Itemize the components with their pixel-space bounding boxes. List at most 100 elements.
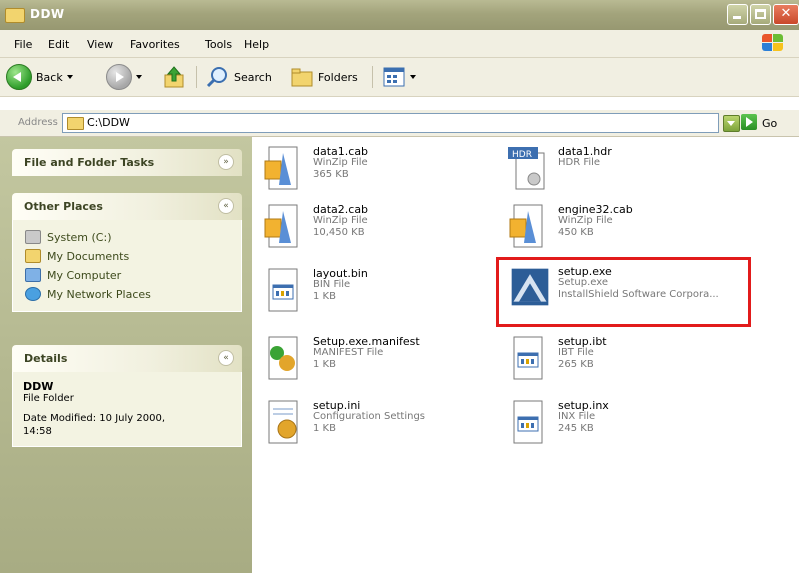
folder-icon xyxy=(67,117,84,130)
place-my-computer[interactable]: My Computer xyxy=(25,267,229,283)
folder-icon xyxy=(5,8,25,23)
menu-edit[interactable]: Edit xyxy=(48,38,69,51)
window-title: DDW xyxy=(30,7,65,21)
views-button[interactable] xyxy=(382,64,416,90)
file-size: 1 KB xyxy=(313,423,336,434)
menu-favorites[interactable]: Favorites xyxy=(130,38,180,51)
menu-file[interactable]: File xyxy=(14,38,32,51)
file-folder-tasks-header[interactable]: File and Folder Tasks » xyxy=(12,149,242,176)
file-item[interactable]: setup.ibt IBT File 265 KB xyxy=(508,335,748,395)
address-path: C:\DDW xyxy=(87,116,130,129)
chevron-expand-icon[interactable]: » xyxy=(218,154,234,170)
folders-label: Folders xyxy=(318,70,358,84)
details-panel: Details « DDW File Folder Date Modified:… xyxy=(12,345,242,447)
panel-title: Other Places xyxy=(24,200,103,213)
chevron-collapse-icon[interactable]: « xyxy=(218,350,234,366)
maximize-icon xyxy=(755,9,766,19)
place-label: System (C:) xyxy=(47,230,112,244)
chevron-collapse-icon[interactable]: « xyxy=(218,198,234,214)
windows-flag-icon xyxy=(762,34,786,52)
address-label: Address xyxy=(18,117,58,128)
file-item[interactable]: setup.inx INX File 245 KB xyxy=(508,399,748,459)
search-label: Search xyxy=(234,70,272,84)
details-modified: Date Modified: 10 July 2000, 14:58 xyxy=(23,413,165,437)
file-type: WinZip File xyxy=(313,215,368,226)
search-button[interactable]: Search xyxy=(206,64,272,90)
maximize-button[interactable] xyxy=(750,4,771,25)
selection-highlight-box xyxy=(496,257,751,327)
back-arrow-icon xyxy=(6,64,32,90)
drive-icon xyxy=(25,230,41,244)
file-item[interactable]: Setup.exe.manifest MANIFEST File 1 KB xyxy=(263,335,503,395)
task-pane: File and Folder Tasks » Other Places « S… xyxy=(0,137,252,573)
file-item[interactable]: engine32.cab WinZip File 450 KB xyxy=(508,203,748,263)
manifest-icon xyxy=(268,336,298,380)
file-size: 1 KB xyxy=(313,359,336,370)
minimize-button[interactable] xyxy=(727,4,748,25)
file-type: WinZip File xyxy=(313,157,368,168)
my-documents-icon xyxy=(25,249,41,263)
file-size: 10,450 KB xyxy=(313,227,365,238)
place-label: My Computer xyxy=(47,268,122,282)
winzip-icon xyxy=(264,146,298,190)
back-label: Back xyxy=(36,70,63,84)
address-input[interactable]: C:\DDW xyxy=(62,113,719,133)
file-folder-tasks-panel: File and Folder Tasks » xyxy=(12,149,242,176)
explorer-window: DDW ✕ File Edit View Favorites Tools Hel… xyxy=(0,0,799,573)
inx-icon xyxy=(513,400,543,444)
svg-text:HDR: HDR xyxy=(512,150,532,160)
chevron-down-icon xyxy=(66,75,73,79)
file-item[interactable]: HDR data1.hdr HDR File xyxy=(508,145,748,205)
address-dropdown-button[interactable] xyxy=(723,115,740,132)
menu-help[interactable]: Help xyxy=(244,38,269,51)
winzip-icon xyxy=(264,204,298,248)
file-type: HDR File xyxy=(558,157,601,168)
toolbar-separator xyxy=(372,66,373,88)
details-header[interactable]: Details « xyxy=(12,345,242,372)
file-type: Configuration Settings xyxy=(313,411,426,422)
other-places-list: System (C:) My Documents My Computer My … xyxy=(12,220,242,312)
file-size: 245 KB xyxy=(558,423,594,434)
menu-tools[interactable]: Tools xyxy=(205,38,232,51)
title-bar[interactable]: DDW ✕ xyxy=(0,0,799,30)
folders-button[interactable]: Folders xyxy=(290,64,358,90)
file-item[interactable]: data1.cab WinZip File 365 KB xyxy=(263,145,503,205)
file-item[interactable]: setup.ini Configuration Settings 1 KB xyxy=(263,399,503,459)
menu-view[interactable]: View xyxy=(87,38,113,51)
details-name: DDW xyxy=(23,380,54,393)
place-my-network-places[interactable]: My Network Places xyxy=(25,286,229,302)
place-label: My Network Places xyxy=(47,287,151,301)
close-button[interactable]: ✕ xyxy=(773,4,799,25)
file-size: 365 KB xyxy=(313,169,349,180)
menu-bar: File Edit View Favorites Tools Help xyxy=(0,30,799,58)
ibt-icon xyxy=(513,336,543,380)
go-label[interactable]: Go xyxy=(762,117,777,130)
place-system-c[interactable]: System (C:) xyxy=(25,229,229,245)
file-item[interactable]: layout.bin BIN File 1 KB xyxy=(263,267,503,327)
go-button[interactable] xyxy=(741,114,757,130)
file-type: BIN File xyxy=(313,279,351,290)
other-places-header[interactable]: Other Places « xyxy=(12,193,242,220)
minimize-icon xyxy=(733,16,741,19)
back-button[interactable]: Back xyxy=(6,64,73,90)
up-folder-icon xyxy=(164,66,184,88)
address-bar: Address C:\DDW Go xyxy=(0,110,799,137)
toolbar: Back Search Folders xyxy=(0,58,799,97)
views-icon xyxy=(383,67,405,87)
chevron-down-icon xyxy=(136,75,142,79)
chevron-down-icon xyxy=(410,75,416,79)
up-folder-button[interactable] xyxy=(162,64,186,90)
folders-icon xyxy=(291,68,313,87)
file-type: INX File xyxy=(558,411,596,422)
forward-button[interactable] xyxy=(106,64,142,90)
close-icon: ✕ xyxy=(780,6,792,21)
other-places-panel: Other Places « System (C:) My Documents … xyxy=(12,193,242,312)
file-item[interactable]: data2.cab WinZip File 10,450 KB xyxy=(263,203,503,263)
toolbar-separator xyxy=(196,66,197,88)
file-size: 450 KB xyxy=(558,227,594,238)
file-type: MANIFEST File xyxy=(313,347,384,358)
place-my-documents[interactable]: My Documents xyxy=(25,248,229,264)
winzip-icon xyxy=(509,204,543,248)
network-places-icon xyxy=(25,287,41,301)
file-type: IBT File xyxy=(558,347,594,358)
